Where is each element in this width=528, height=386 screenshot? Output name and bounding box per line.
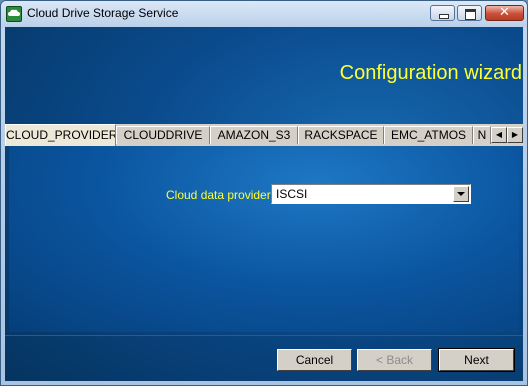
- tab-scroll-right-button[interactable]: ▶: [507, 127, 523, 143]
- minimize-icon: [439, 14, 449, 19]
- tab-emc-atmos[interactable]: EMC_ATMOS: [384, 126, 473, 144]
- provider-select[interactable]: ISCSI: [271, 184, 471, 204]
- tab-cloud-provider[interactable]: CLOUD_PROVIDER: [5, 124, 116, 146]
- arrow-right-icon: ▶: [511, 130, 519, 139]
- tab-rackspace[interactable]: RACKSPACE: [298, 126, 384, 144]
- maximize-button[interactable]: [457, 5, 482, 21]
- tab-overflow[interactable]: N: [473, 126, 491, 144]
- provider-label: Cloud data provider: [166, 188, 271, 202]
- app-window: Cloud Drive Storage Service ✕ Configurat…: [0, 0, 528, 386]
- chevron-down-icon: [457, 192, 465, 196]
- wizard-client-area: Configuration wizard CLOUD_PROVIDER CLOU…: [5, 27, 523, 381]
- window-title: Cloud Drive Storage Service: [27, 6, 179, 20]
- dropdown-button[interactable]: [453, 186, 469, 202]
- cancel-button[interactable]: Cancel: [277, 349, 352, 371]
- arrow-left-icon: ◀: [495, 130, 503, 139]
- minimize-button[interactable]: [430, 5, 455, 21]
- back-button[interactable]: < Back: [357, 349, 432, 371]
- next-button[interactable]: Next: [438, 348, 515, 372]
- cloud-app-icon: [6, 6, 22, 22]
- maximize-icon: [465, 9, 476, 20]
- tab-clouddrive[interactable]: CLOUDDRIVE: [116, 126, 210, 144]
- tab-amazon-s3[interactable]: AMAZON_S3: [210, 126, 298, 144]
- title-bar[interactable]: Cloud Drive Storage Service ✕: [1, 1, 527, 27]
- close-icon: ✕: [499, 5, 510, 20]
- page-title: Configuration wizard: [339, 62, 522, 84]
- tab-strip: CLOUD_PROVIDER CLOUDDRIVE AMAZON_S3 RACK…: [5, 124, 523, 146]
- tab-panel-cloud-provider: Cloud data provider ISCSI: [9, 146, 519, 332]
- provider-select-value: ISCSI: [276, 187, 308, 201]
- tab-scroll-left-button[interactable]: ◀: [491, 127, 507, 143]
- close-button[interactable]: ✕: [485, 5, 524, 21]
- footer-divider: [5, 335, 523, 336]
